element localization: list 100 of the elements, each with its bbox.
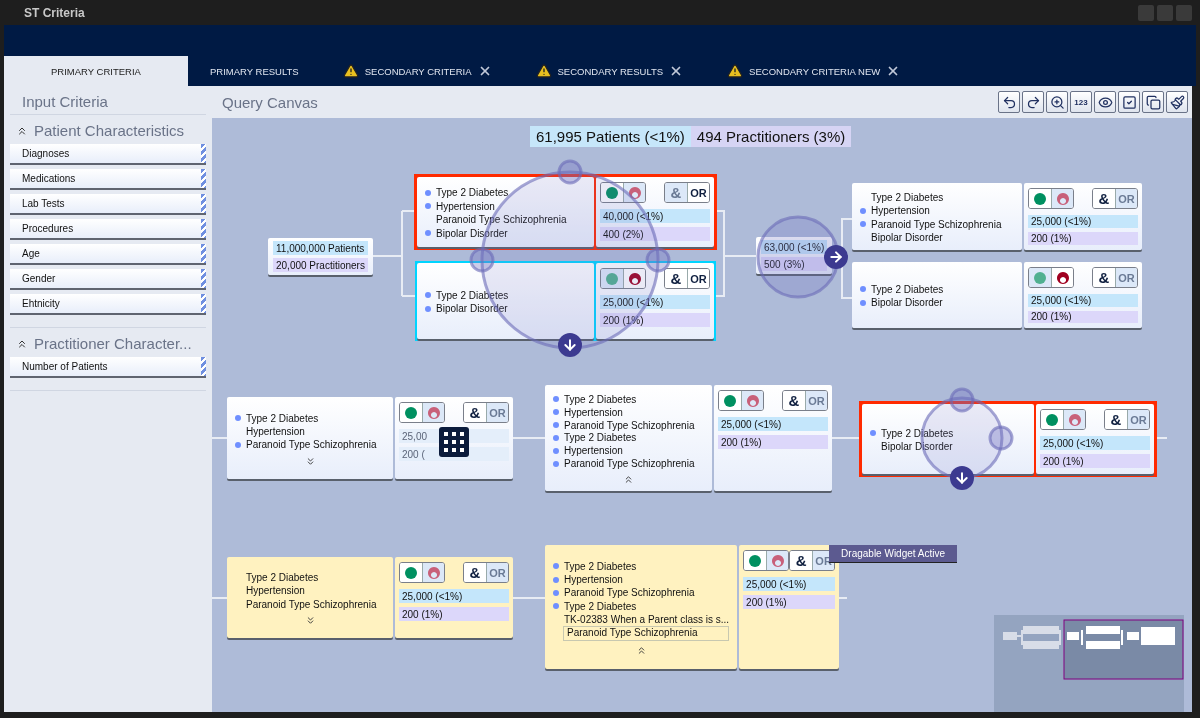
criteria-label: Type 2 Diabetes [881,427,954,439]
drag-handle-overlay[interactable] [469,247,495,273]
arrow-down-icon [954,470,970,486]
tab[interactable]: PRIMARY RESULTS [188,56,321,86]
crescent-icon [746,394,759,407]
drag-handle-overlay[interactable] [988,425,1014,451]
practitioner-count: 200 (1%) [600,313,710,327]
practitioners-summary: 494 Practitioners (3%) [690,126,852,147]
criteria-item[interactable]: Number of Patients [10,357,206,378]
move-down-button[interactable] [558,333,582,357]
criteria-card[interactable]: Type 2 Diabetes Hypertension Paranoid Type Schizophrenia [227,397,393,479]
criteria-label: Bipolar Disorder [871,231,943,243]
criteria-card[interactable]: Type 2 Diabetes Bipolar Disorder [417,263,594,339]
toolbar-button[interactable]: 123 [1070,91,1092,113]
operator-button[interactable]: OR [1127,410,1149,429]
source-card[interactable]: 11,000,000 Patients 20,000 Practitioners [268,238,373,275]
tab[interactable]: SECONDARY CRITERIA [320,56,514,86]
criteria-item[interactable]: Medications [10,169,206,190]
criteria-card[interactable]: Type 2 Diabetes Hypertension Paranoid Type Schizophrenia Type 2 Diabetes TK-02383 When a Parent class is s... Paranoid Type Schizophrenia [545,545,738,669]
toolbar-button[interactable] [1022,91,1044,113]
drag-handle-overlay[interactable] [557,159,583,185]
practitioner-count: 200 (1%) [718,435,828,449]
toolbar-button[interactable] [1118,91,1140,113]
criteria-item[interactable]: Age [10,244,206,265]
drag-handle-overlay[interactable] [949,387,975,413]
patient-count: 25,000 (<1%) [743,577,836,591]
brush-icon [1169,94,1185,110]
section-title: Practitioner Character... [34,335,192,352]
drag-grip[interactable] [201,219,206,238]
criteria-item[interactable]: Procedures [10,219,206,240]
practitioner-count: 200 (1%) [743,595,836,609]
criteria-label: Hypertension [246,426,305,437]
junction-card[interactable]: 63,000 (<1%) 500 (3%) [756,237,833,274]
criteria-item[interactable]: Lab Tests [10,194,206,215]
drag-grip[interactable] [201,244,206,263]
exclude-button[interactable] [1051,268,1073,287]
criteria-card[interactable]: Type 2 Diabetes Bipolar Disorder [852,262,1022,328]
toolbar-button[interactable] [1142,91,1164,113]
criteria-item[interactable]: Diagnoses [10,144,206,165]
criteria-card[interactable]: Type 2 Diabetes Hypertension Paranoid Type Schizophrenia [227,557,393,638]
toolbar-button[interactable] [1046,91,1068,113]
operator-button[interactable]: & [665,183,687,202]
drag-grip[interactable] [201,144,206,163]
selection-ring-overlay[interactable] [756,215,840,299]
patient-count: 25,000 (<1%) [1028,294,1138,307]
crescent-icon [1056,271,1069,284]
criteria-label: Paranoid Type Schizophrenia [564,458,695,470]
criteria-input-field[interactable]: Paranoid Type Schizophrenia [563,626,730,642]
operator-button[interactable]: OR [1115,189,1137,208]
crescent-icon [1056,192,1069,205]
drag-grip[interactable] [201,269,206,288]
criteria-card[interactable]: Type 2 Diabetes Bipolar Disorder [862,404,1034,474]
grid-icon[interactable] [439,427,469,457]
undo-icon [1001,94,1017,110]
drag-grip[interactable] [201,357,206,376]
copy-icon [1145,94,1161,110]
criteria-label: Paranoid Type Schizophrenia [871,218,1002,230]
criteria-label: Paranoid Type Schizophrenia [436,214,567,226]
crescent-icon [628,186,641,199]
operator-button[interactable]: OR [1115,268,1137,287]
operator-button[interactable]: OR [805,391,827,410]
patient-count: 40,000 (<1%) [600,209,710,223]
toolbar-button[interactable] [1094,91,1116,113]
criteria-card[interactable]: Type 2 Diabetes Hypertension Paranoid Type Schizophrenia Bipolar Disorder [417,177,594,247]
patient-count: 63,000 (<1%) [761,240,828,254]
circle-icon [1046,413,1058,426]
criteria-item[interactable]: Gender [10,269,206,290]
move-down-button[interactable] [950,466,974,490]
drag-handle-overlay[interactable] [645,247,671,273]
panel-title: Input Criteria [10,86,206,115]
toolbar-button[interactable] [1166,91,1188,113]
operator-button[interactable]: OR [687,183,709,202]
practitioner-count: 500 (3%) [761,257,828,271]
tab[interactable]: PRIMARY CRITERIA [4,56,188,86]
exclude-button[interactable] [623,183,645,202]
criteria-label: Hypertension [564,406,623,418]
drag-grip[interactable] [201,169,206,188]
drag-grip[interactable] [201,294,206,313]
zoom-in-icon [1049,94,1065,110]
criteria-card[interactable]: Type 2 Diabetes Hypertension Paranoid Type Schizophrenia Bipolar Disorder [852,183,1022,250]
tab[interactable]: SECONDARY CRITERIA NEW [705,56,923,86]
toolbar-button[interactable] [998,91,1020,113]
tab[interactable]: SECONDARY RESULTS [513,56,706,86]
circle-icon [749,554,762,567]
collapse-icon[interactable] [623,474,634,485]
drag-grip[interactable] [201,194,206,213]
criteria-label: Type 2 Diabetes [564,600,637,612]
criteria-item[interactable]: Ehtnicity [10,294,206,315]
criteria-label: Bipolar Disorder [436,227,508,239]
criteria-label: Bipolar Disorder [436,303,508,315]
operator-button[interactable]: OR [486,563,508,582]
operator-button[interactable]: OR [486,403,508,422]
criteria-label: Type 2 Diabetes [564,432,637,444]
criteria-label: Type 2 Diabetes [871,192,944,204]
move-right-button[interactable] [824,245,848,269]
practitioner-count: 200 (1%) [1040,454,1150,468]
circle-icon [1034,271,1046,284]
minimap-drawing[interactable] [994,615,1184,712]
criteria-card[interactable]: Type 2 Diabetes Hypertension Paranoid Type Schizophrenia Type 2 Diabetes Hypertension Paranoid Type Schizophrenia [545,385,712,491]
operator-button[interactable]: OR [687,269,709,288]
